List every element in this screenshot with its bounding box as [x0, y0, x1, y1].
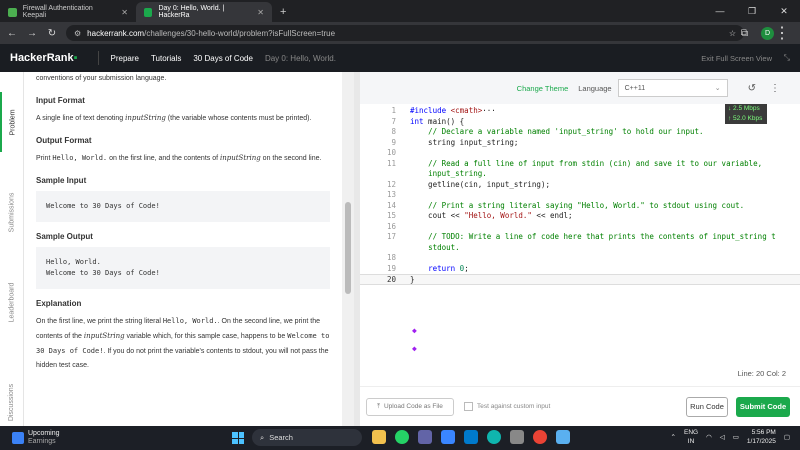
firewall-favicon-icon	[8, 7, 17, 17]
chrome-icon[interactable]	[533, 430, 547, 444]
url-domain: hackerrank.com	[87, 28, 145, 38]
teams-icon[interactable]	[418, 430, 432, 444]
restore-icon[interactable]: ❐	[736, 6, 768, 17]
tab-title: Firewall Authentication Keepali	[22, 5, 93, 19]
submit-code-button[interactable]: Submit Code	[736, 396, 790, 417]
close-tab-icon[interactable]: ✕	[257, 8, 264, 17]
editor-footer: ⤒ Upload Code as File Test against custom…	[360, 386, 800, 426]
output-format-heading: Output Format	[36, 136, 92, 145]
forward-arrow-icon[interactable]: →	[26, 28, 38, 39]
taskbar-apps	[372, 430, 570, 444]
sample-input-box: Welcome to 30 Days of Code!	[36, 191, 330, 222]
history-icon[interactable]: ↺	[748, 83, 756, 94]
back-arrow-icon[interactable]: ←	[6, 28, 18, 39]
nav-tutorials[interactable]: Tutorials	[151, 54, 181, 63]
tab-title: Day 0: Hello, World. | HackerRa	[158, 5, 225, 19]
extensions-icon[interactable]: ⧉	[741, 28, 748, 39]
settings-icon[interactable]	[510, 430, 524, 444]
scrollbar-thumb[interactable]	[345, 202, 351, 294]
problem-scrollbar[interactable]	[342, 72, 354, 426]
system-tray: ⌃ ENG IN ◠ ◁ ▭ 5:56 PM 1/17/2025 ▢	[671, 428, 790, 446]
tab-leaderboard[interactable]: Leaderboard	[0, 272, 24, 332]
more-options-icon[interactable]: ⋮	[770, 83, 780, 94]
explanation-heading: Explanation	[36, 299, 82, 308]
browser-tab-hackerrank[interactable]: Day 0: Hello, World. | HackerRa ✕	[136, 2, 272, 22]
input-format-text: A single line of text denoting inputStri…	[36, 114, 312, 122]
reload-icon[interactable]: ↻	[46, 28, 58, 39]
tab-discussions[interactable]: Discussions	[0, 372, 24, 432]
output-format-text: Print Hello, World. on the first line, a…	[36, 154, 322, 162]
edge-icon[interactable]	[487, 430, 501, 444]
editor-toolbar: Change Theme Language C++11 ⌄ ↺ ⋮	[360, 72, 800, 104]
nav-30-days[interactable]: 30 Days of Code	[193, 54, 253, 63]
hackerrank-nav: HackerRank▪ Prepare Tutorials 30 Days of…	[0, 44, 800, 72]
photos-icon[interactable]	[556, 430, 570, 444]
address-bar-row: ← → ↻ ⚙ hackerrank.com/challenges/30-hel…	[0, 22, 800, 44]
chevron-up-icon[interactable]: ⌃	[671, 433, 676, 441]
taskbar-search[interactable]: ⌕ Search	[252, 429, 362, 446]
custom-input-checkbox[interactable]	[464, 402, 473, 411]
network-speed-badge: ↓ 2.5 Mbps ↑ 52.0 Kbps	[725, 104, 767, 124]
language-select[interactable]: C++11 ⌄	[617, 79, 728, 97]
clock[interactable]: 5:56 PM 1/17/2025	[747, 428, 776, 446]
sample-output-heading: Sample Output	[36, 232, 93, 241]
input-language[interactable]: ENG IN	[684, 428, 698, 446]
earnings-icon	[12, 432, 24, 444]
cursor-position-status: Line: 20 Col: 2	[737, 369, 786, 378]
minimize-icon[interactable]: —	[704, 6, 736, 16]
breadcrumb-current: Day 0: Hello, World.	[264, 53, 336, 63]
input-format-heading: Input Format	[36, 96, 85, 105]
volume-icon[interactable]: ◁	[720, 433, 725, 441]
widgets-button[interactable]: Upcoming Earnings	[0, 430, 60, 446]
new-tab-button[interactable]: +	[272, 2, 294, 22]
problem-side-tabs: Problem Submissions Leaderboard Discussi…	[0, 72, 24, 426]
windows-start-icon[interactable]	[232, 432, 244, 444]
run-code-button[interactable]: Run Code	[686, 396, 728, 417]
purple-marker-icon: ◆	[412, 344, 417, 353]
download-speed: ↓ 2.5 Mbps	[728, 105, 760, 112]
bookmark-star-icon[interactable]: ☆	[729, 29, 736, 38]
upload-icon: ⤒	[377, 402, 380, 410]
tab-problem[interactable]: Problem	[0, 92, 24, 152]
change-theme-link[interactable]: Change Theme	[517, 84, 569, 93]
browser-tab-firewall[interactable]: Firewall Authentication Keepali ✕	[0, 2, 136, 22]
profile-avatar[interactable]: D	[761, 26, 774, 40]
tab-submissions[interactable]: Submissions	[0, 182, 24, 242]
exit-fullscreen-link[interactable]: Exit Full Screen View	[701, 54, 772, 63]
upload-code-button[interactable]: ⤒ Upload Code as File	[366, 397, 454, 416]
nav-prepare[interactable]: Prepare	[111, 54, 139, 63]
code-editor[interactable]: 1 #include <cmath>··· 7 int main() { 8 // …	[360, 104, 800, 386]
close-tab-icon[interactable]: ✕	[121, 8, 128, 17]
custom-input-label: Test against custom input	[477, 403, 551, 410]
close-window-icon[interactable]: ✕	[768, 6, 800, 17]
wifi-icon[interactable]: ◠	[706, 433, 712, 441]
problem-statement: conventions of your submission language.…	[24, 72, 342, 426]
purple-marker-icon: ◆	[412, 326, 417, 335]
browser-menu-icon[interactable]: ⋮	[774, 23, 790, 43]
browser-tab-bar: Firewall Authentication Keepali ✕ Day 0:…	[0, 0, 800, 22]
upload-speed: ↑ 52.0 Kbps	[728, 115, 763, 122]
vscode-icon[interactable]	[464, 430, 478, 444]
nav-divider	[97, 51, 99, 65]
file-explorer-icon[interactable]	[372, 430, 386, 444]
battery-icon[interactable]: ▭	[733, 433, 739, 441]
store-icon[interactable]	[441, 430, 455, 444]
sample-output-box: Hello, World. Welcome to 30 Days of Code…	[36, 247, 330, 289]
site-info-icon[interactable]: ⚙	[74, 29, 81, 38]
intro-text: conventions of your submission language.	[36, 75, 167, 82]
language-label: Language	[578, 83, 612, 93]
window-controls: — ❐ ✕	[704, 0, 800, 22]
hackerrank-favicon-icon	[144, 7, 153, 17]
url-path: /challenges/30-hello-world/problem?isFul…	[144, 28, 336, 38]
collapse-icon[interactable]: ⤡	[784, 53, 790, 63]
sample-input-heading: Sample Input	[36, 176, 87, 185]
chevron-down-icon: ⌄	[714, 85, 721, 92]
explanation-text: On the first line, we print the string l…	[36, 317, 330, 369]
url-field[interactable]: ⚙ hackerrank.com/challenges/30-hello-wor…	[66, 25, 744, 41]
search-icon: ⌕	[260, 432, 265, 442]
whatsapp-icon[interactable]	[395, 430, 409, 444]
hackerrank-logo[interactable]: HackerRank▪	[10, 52, 78, 64]
notification-icon[interactable]: ▢	[784, 433, 790, 441]
